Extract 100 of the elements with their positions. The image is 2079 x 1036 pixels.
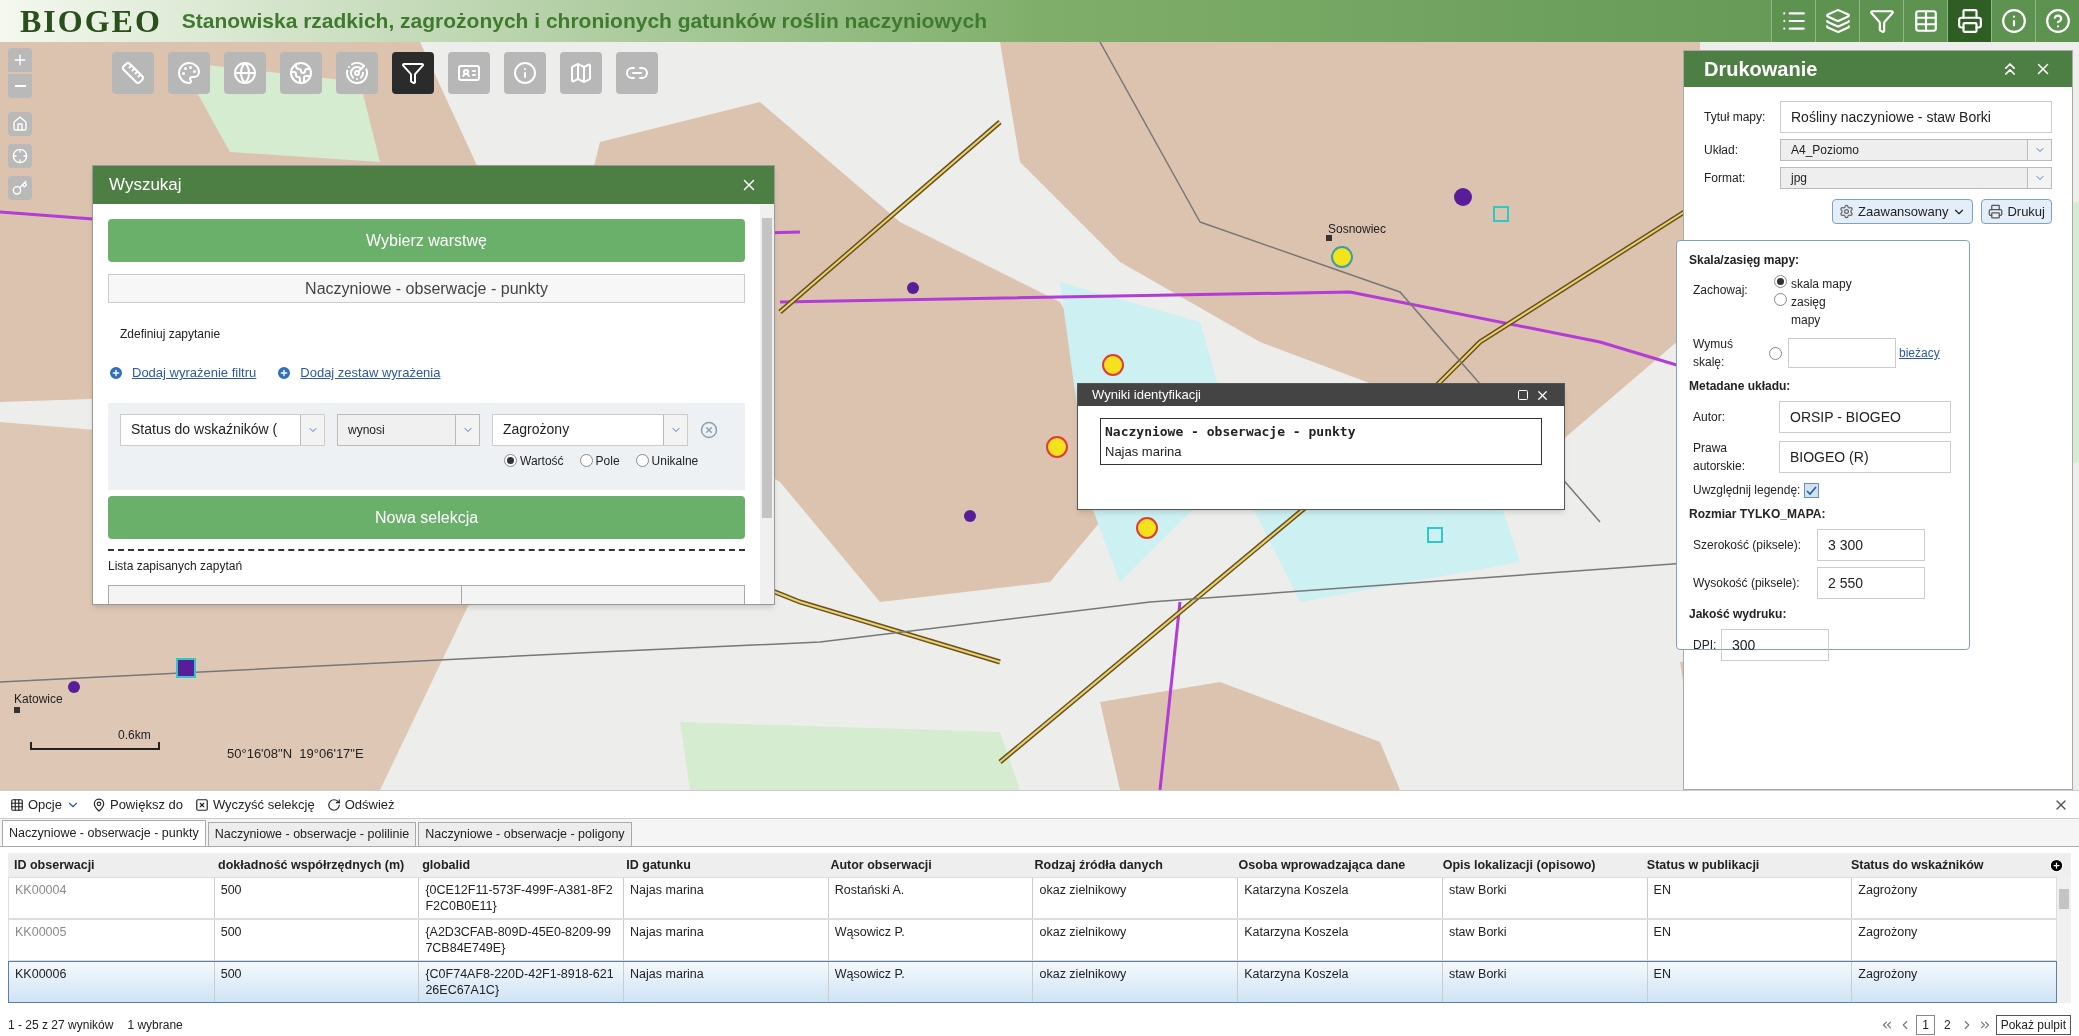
pin-icon bbox=[91, 797, 106, 812]
grid-icon bbox=[10, 797, 24, 812]
scale-input[interactable] bbox=[1788, 338, 1896, 368]
table-toolbar-button[interactable]: Opcje bbox=[10, 794, 80, 815]
page-button[interactable]: 2 bbox=[1938, 1016, 1956, 1034]
column-header[interactable]: dokładność współrzędnych (m) bbox=[212, 855, 417, 875]
legend-checkbox[interactable] bbox=[1804, 482, 1820, 498]
field-label: Układ: bbox=[1704, 142, 1739, 159]
table-cell: Rostański A. bbox=[827, 878, 1033, 918]
column-header[interactable]: Autor obserwacji bbox=[824, 855, 1029, 875]
select-field[interactable]: jpg bbox=[1780, 167, 2052, 189]
radio-button[interactable] bbox=[1774, 275, 1787, 288]
column-header[interactable]: ID gatunku bbox=[620, 855, 825, 875]
input-field[interactable]: 2 550 bbox=[1817, 567, 1925, 599]
radio-label: Wartość bbox=[520, 452, 564, 470]
globe-icon bbox=[233, 61, 257, 85]
column-header[interactable]: ID obserwacji bbox=[8, 855, 213, 875]
header-tool-button[interactable] bbox=[1771, 0, 1815, 42]
operator-select[interactable]: wynosi bbox=[337, 413, 480, 446]
table-cell: Zagrożony bbox=[1851, 920, 2056, 960]
input-field[interactable]: 300 bbox=[1721, 629, 1829, 661]
table-row[interactable]: KK00006 500 {C0F74AF8-220D-42F1-8918-62126EC67A1C} Najas marina Wąsowicz P. okaz zielnikowy Katarzyna Koszela staw Borki EN Zagrożony bbox=[8, 961, 2057, 1003]
table-toolbar-button[interactable]: Wyczyść selekcję bbox=[194, 794, 315, 815]
result-feature: Najas marina bbox=[1105, 442, 1183, 461]
add-column-icon[interactable] bbox=[2049, 857, 2064, 873]
table-cell: staw Borki bbox=[1441, 920, 1647, 960]
home-button[interactable] bbox=[8, 112, 32, 136]
printer-icon bbox=[1988, 204, 2004, 219]
result-card[interactable]: Naczyniowe - obserwacje - punkty Najas marina bbox=[1100, 418, 1542, 465]
radio-button[interactable] bbox=[1769, 346, 1782, 360]
help-icon bbox=[2044, 8, 2071, 34]
field-label: Wymuś skalę: bbox=[1692, 336, 1734, 371]
advanced-button[interactable]: Zaawansowany bbox=[1832, 199, 1974, 224]
plus-icon bbox=[108, 365, 124, 382]
table-row[interactable]: KK00004 500 {0CE12F11-573F-499F-A381-8F2F2C0B0E11} Najas marina Rostański A. okaz zielnikowy Katarzyna Koszela staw Borki EN Zagrożony bbox=[8, 877, 2057, 919]
scrollbar[interactable] bbox=[2057, 877, 2071, 1003]
field-label: Zachowaj: bbox=[1692, 282, 1749, 299]
radio-button[interactable] bbox=[579, 454, 593, 468]
table-cell: {C0F74AF8-220D-42F1-8918-62126EC67A1C} bbox=[418, 962, 624, 1002]
add-filter-link[interactable]: Dodaj zestaw wyrażenia bbox=[276, 363, 441, 383]
locate-button[interactable] bbox=[8, 144, 32, 168]
column-header[interactable]: Opis lokalizacji (opisowo) bbox=[1436, 855, 1641, 875]
radio-button[interactable] bbox=[1774, 293, 1787, 306]
zoom-out-button[interactable] bbox=[8, 74, 32, 98]
column-header[interactable]: Status w publikacji bbox=[1640, 855, 1845, 875]
table-cell: okaz zielnikowy bbox=[1032, 920, 1238, 960]
scale-label: 0.6km bbox=[118, 727, 151, 744]
layer-tab[interactable]: Naczyniowe - obserwacje - polilinie bbox=[207, 822, 417, 846]
column-header[interactable]: Rodzaj źródła danych bbox=[1028, 855, 1233, 875]
column-header[interactable]: globalid bbox=[416, 855, 621, 875]
table-cell-text: KK00004 bbox=[14, 882, 68, 899]
table-row[interactable]: KK00005 500 {A2D3CFAB-809D-45E0-8209-997CB84E749E} Najas marina Wąsowicz P. okaz zielnikowy Katarzyna Koszela staw Borki EN Zagrożony bbox=[8, 919, 2057, 961]
table-cell-text: KK00006 bbox=[14, 966, 68, 983]
column-header[interactable]: Osoba wprowadzająca dane bbox=[1232, 855, 1437, 875]
header-tool-button[interactable] bbox=[1903, 0, 1947, 42]
scrollbar[interactable] bbox=[760, 204, 774, 604]
page-button[interactable]: 1 bbox=[1916, 1015, 1935, 1035]
zoom-in-button[interactable] bbox=[8, 48, 32, 72]
define-query-label: Zdefiniuj zapytanie bbox=[120, 326, 222, 344]
layer-field[interactable]: Naczyniowe - obserwacje - punkty bbox=[108, 274, 745, 304]
table-toolbar-button[interactable]: Odśwież bbox=[326, 794, 395, 815]
filter-icon bbox=[1868, 8, 1895, 34]
header-tool-button[interactable] bbox=[1947, 0, 1991, 42]
filter-icon bbox=[401, 61, 425, 85]
field-label: Wysokość (piksele): bbox=[1692, 575, 1801, 592]
radio-button[interactable] bbox=[504, 454, 517, 468]
table-cell: Najas marina bbox=[623, 920, 828, 960]
table-cell-text: KK00005 bbox=[14, 924, 68, 941]
layer-tab[interactable]: Naczyniowe - obserwacje - poligony bbox=[418, 822, 632, 846]
add-filter-link[interactable]: Dodaj wyrażenie filtru bbox=[108, 363, 257, 383]
header-tool-button[interactable] bbox=[1859, 0, 1903, 42]
field-label: DPI: bbox=[1692, 637, 1718, 654]
column-header[interactable]: Status do wskaźników bbox=[1844, 855, 2049, 875]
current-scale-link[interactable]: bieżacy bbox=[1899, 344, 1940, 362]
table-cell: Katarzyna Koszela bbox=[1237, 878, 1442, 918]
info-icon bbox=[513, 61, 537, 85]
input-field[interactable]: BIOGEO (R) bbox=[1779, 441, 1951, 473]
print-button[interactable]: Drukuj bbox=[1981, 199, 2052, 224]
layer-tab[interactable]: Naczyniowe - obserwacje - punkty bbox=[2, 820, 206, 846]
maximize-icon[interactable] bbox=[1517, 389, 1529, 401]
map-tool-button[interactable] bbox=[392, 52, 434, 94]
input-field[interactable]: Rośliny naczyniowe - staw Borki bbox=[1780, 101, 2052, 133]
selection-count: 1 wybrane bbox=[127, 1017, 183, 1034]
key-icon bbox=[12, 180, 28, 196]
tooltip: Pokaż pulpit bbox=[1995, 1015, 2071, 1035]
input-field[interactable]: 3 300 bbox=[1817, 529, 1925, 561]
value-select[interactable]: Zagrożony bbox=[492, 413, 688, 446]
field-label: Uwzględnij legendę: bbox=[1693, 482, 1801, 499]
input-field[interactable]: ORSIP - BIOGEO bbox=[1779, 401, 1951, 433]
remove-icon[interactable] bbox=[700, 420, 718, 439]
select-field[interactable]: A4_Poziomo bbox=[1780, 139, 2052, 161]
print-icon bbox=[1956, 8, 1983, 34]
radio-button[interactable] bbox=[635, 454, 649, 468]
table-toolbar-button[interactable]: Powiększ do bbox=[91, 794, 183, 815]
header-tool-button[interactable] bbox=[1815, 0, 1859, 42]
table-cell: Wąsowicz P. bbox=[827, 920, 1033, 960]
table-cell: {0CE12F11-573F-499F-A381-8F2F2C0B0E11} bbox=[418, 878, 624, 918]
table-cell: okaz zielnikowy bbox=[1032, 878, 1238, 918]
key-button[interactable] bbox=[8, 176, 32, 200]
field-select[interactable]: Status do wskaźników ( bbox=[120, 413, 325, 446]
